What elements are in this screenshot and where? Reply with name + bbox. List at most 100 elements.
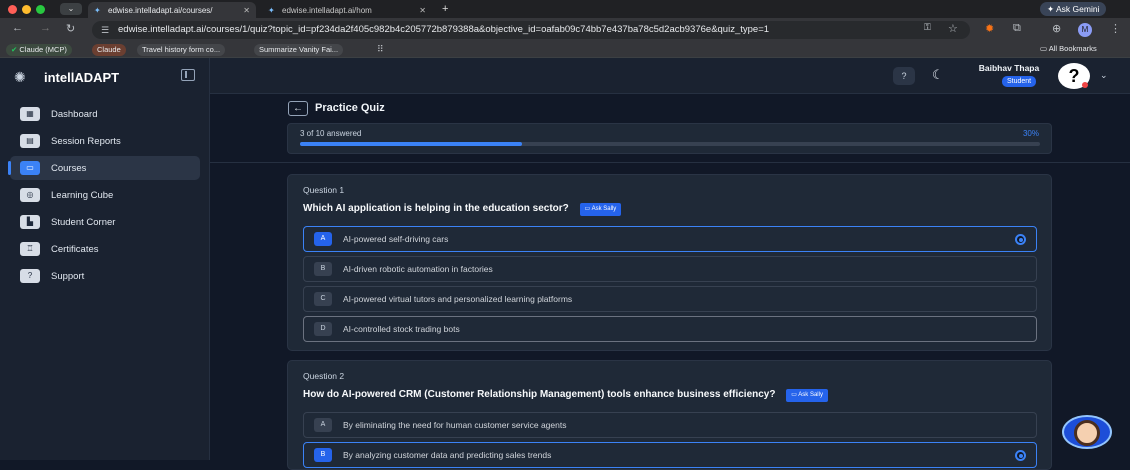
bookmark-label: Travel history form co...	[142, 45, 221, 54]
app-header: ? ☾ Baibhav Thapa Student ? ⌄	[210, 58, 1130, 94]
forward-arrow-icon[interactable]: →	[40, 22, 51, 34]
bookmarks-bar: ✔ Claude (MCP) Claude Travel history for…	[0, 42, 1130, 58]
progress-fill	[300, 142, 522, 146]
radio-selected-icon[interactable]	[1015, 450, 1026, 461]
browser-tab-1-label: edwise.intelladapt.ai/courses/	[108, 5, 213, 15]
apps-grid-icon[interactable]: ⠿	[377, 44, 384, 55]
bookmark-claude-mcp[interactable]: ✔ Claude (MCP)	[6, 44, 72, 56]
option-c[interactable]: C AI-powered virtual tutors and personal…	[303, 286, 1037, 312]
question-text: Which AI application is helping in the e…	[303, 203, 622, 216]
sidebar-item-label: Session Reports	[51, 135, 121, 147]
cube-icon: ◎	[20, 188, 40, 202]
option-b[interactable]: B AI-driven robotic automation in factor…	[303, 256, 1037, 282]
ask-sally-button[interactable]: ▭ Ask Sally	[786, 389, 828, 402]
gemini-icon: ✦	[1047, 4, 1057, 14]
sidebar-item-label: Support	[51, 270, 85, 282]
option-a[interactable]: A AI-powered self-driving cars	[303, 226, 1037, 252]
bookmark-claude[interactable]: Claude	[92, 44, 126, 56]
password-key-icon[interactable]: ⚿	[924, 22, 931, 33]
option-text: AI-controlled stock trading bots	[343, 324, 460, 334]
sidebar-item-support[interactable]: ? Support	[10, 264, 200, 288]
browser-tab-1[interactable]: ✦ edwise.intelladapt.ai/courses/ ✕	[88, 2, 256, 18]
sync-icon[interactable]: ⊕	[1052, 22, 1061, 35]
all-bookmarks-button[interactable]: ▭ All Bookmarks	[1040, 44, 1097, 53]
browser-tab-2-label: edwise.intelladapt.ai/hom	[282, 5, 372, 15]
ask-gemini-button[interactable]: ✦ Ask Gemini	[1040, 2, 1107, 16]
assistant-avatar-icon[interactable]	[1074, 420, 1100, 446]
address-bar-row: ← → ↻ ☰ edwise.intelladapt.ai/courses/1/…	[0, 18, 1130, 42]
main-content: ← Practice Quiz 3 of 10 answered 30% Que…	[210, 94, 1130, 470]
option-text: By eliminating the need for human custom…	[343, 420, 567, 430]
close-window-icon[interactable]	[8, 5, 17, 14]
option-letter: A	[314, 232, 332, 246]
extension-icon[interactable]: ✹	[985, 22, 994, 35]
new-tab-button[interactable]: +	[442, 3, 448, 15]
collapse-sidebar-icon[interactable]	[181, 69, 195, 81]
extensions-puzzle-icon[interactable]: ⧉	[1013, 22, 1021, 35]
dashboard-icon: ▦	[20, 107, 40, 121]
reload-icon[interactable]: ↻	[66, 22, 75, 35]
courses-icon: ▭	[20, 161, 40, 175]
close-tab-icon[interactable]: ✕	[243, 6, 250, 15]
radio-selected-icon[interactable]	[1015, 234, 1026, 245]
folder-icon: ▭	[1040, 44, 1049, 53]
option-a[interactable]: A By eliminating the need for human cust…	[303, 412, 1037, 438]
browser-menu-icon[interactable]: ⋮	[1110, 22, 1121, 35]
chat-icon: ▭	[584, 206, 592, 212]
sidebar-item-student-corner[interactable]: ▙ Student Corner	[10, 210, 200, 234]
bookmark-star-icon[interactable]: ☆	[948, 22, 958, 35]
option-text: AI-powered self-driving cars	[343, 234, 449, 244]
site-favicon-icon: ✦	[268, 5, 275, 15]
intelladapt-logo-icon: ✺	[14, 69, 26, 85]
progress-track	[300, 142, 1040, 146]
tab-search-chevron-icon[interactable]: ⌄	[60, 3, 82, 15]
option-b[interactable]: B By analyzing customer data and predict…	[303, 442, 1037, 468]
minimize-window-icon[interactable]	[22, 5, 31, 14]
option-text: By analyzing customer data and predictin…	[343, 450, 552, 460]
browser-tab-2[interactable]: ✦ edwise.intelladapt.ai/hom ✕	[262, 2, 432, 18]
progress-card: 3 of 10 answered 30%	[287, 123, 1052, 154]
sidebar-item-session-reports[interactable]: ▤ Session Reports	[10, 129, 200, 153]
profile-icon[interactable]: M	[1078, 23, 1092, 37]
divider	[210, 162, 1130, 163]
back-button[interactable]: ←	[288, 101, 308, 116]
sidebar-item-label: Learning Cube	[51, 189, 114, 201]
question-number: Question 2	[303, 371, 345, 381]
browser-tab-strip: ⌄ ✦ edwise.intelladapt.ai/courses/ ✕ ✦ e…	[0, 0, 1130, 18]
close-tab-icon[interactable]: ✕	[419, 6, 426, 15]
sidebar-item-courses[interactable]: ▭ Courses	[10, 156, 200, 180]
reports-icon: ▤	[20, 134, 40, 148]
maximize-window-icon[interactable]	[36, 5, 45, 14]
bookmark-travel-history[interactable]: Travel history form co...	[137, 44, 226, 56]
progress-text: 3 of 10 answered	[300, 129, 362, 138]
question-text-label: How do AI-powered CRM (Customer Relation…	[303, 389, 776, 400]
site-settings-icon[interactable]: ☰	[101, 21, 109, 39]
ask-gemini-label: Ask Gemini	[1056, 4, 1100, 14]
chart-icon: ▙	[20, 215, 40, 229]
chevron-down-icon[interactable]: ⌄	[1100, 70, 1108, 81]
option-letter: C	[314, 292, 332, 306]
question-icon: ?	[901, 71, 907, 81]
option-text: AI-powered virtual tutors and personaliz…	[343, 294, 573, 304]
brand-name: intellADAPT	[44, 69, 120, 85]
brand-logo[interactable]: ✺ intellADAPT	[14, 68, 119, 86]
site-favicon-icon: ✦	[94, 5, 101, 15]
url-field[interactable]: ☰ edwise.intelladapt.ai/courses/1/quiz?t…	[92, 21, 970, 39]
ask-sally-label: Ask Sally	[591, 206, 617, 212]
sidebar-item-certificates[interactable]: ♖ Certificates	[10, 237, 200, 261]
ask-sally-button[interactable]: ▭ Ask Sally	[579, 203, 622, 216]
back-arrow-icon[interactable]: ←	[12, 22, 23, 34]
all-bookmarks-label: All Bookmarks	[1048, 44, 1097, 53]
option-text: AI-driven robotic automation in factorie…	[343, 264, 493, 274]
question-text-label: Which AI application is helping in the e…	[303, 203, 569, 214]
active-nav-indicator	[8, 161, 11, 175]
dark-mode-moon-icon[interactable]: ☾	[932, 67, 944, 83]
bookmark-summarize[interactable]: Summarize Vanity Fai...	[254, 44, 344, 56]
option-d[interactable]: D AI-controlled stock trading bots	[303, 316, 1037, 342]
sidebar-item-learning-cube[interactable]: ◎ Learning Cube	[10, 183, 200, 207]
sidebar-item-dashboard[interactable]: ▦ Dashboard	[10, 102, 200, 126]
sidebar-item-label: Certificates	[51, 243, 99, 255]
help-button[interactable]: ?	[893, 67, 915, 85]
ask-sally-label: Ask Sally	[798, 392, 823, 398]
user-name: Baibhav Thapa	[978, 63, 1040, 73]
